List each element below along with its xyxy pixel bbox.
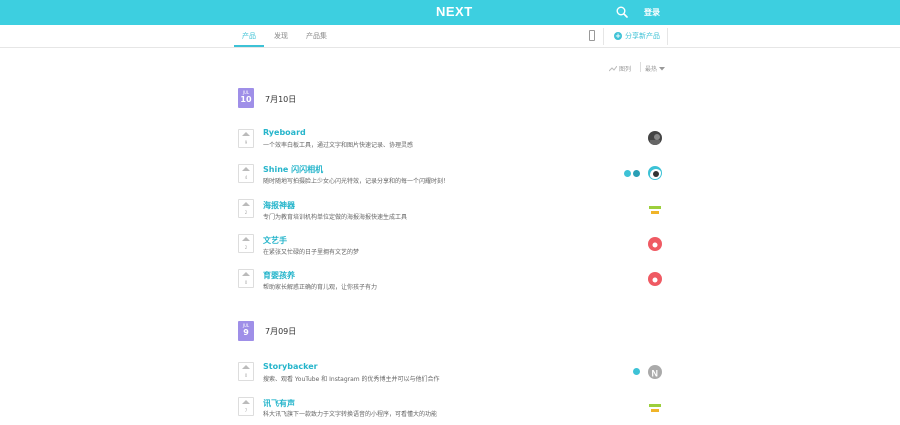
- chart-icon: [609, 65, 617, 71]
- upvote-button[interactable]: 7: [238, 397, 254, 416]
- product-logo[interactable]: [648, 400, 662, 414]
- product-desc: 随时随地写拍摄脸上少女心闪光特效，记录分享和的每一个闪耀时刻！: [263, 178, 450, 185]
- plus-icon: +: [614, 32, 622, 40]
- product-logo[interactable]: [648, 202, 662, 216]
- product-desc: 帮助家长解惑正确的育儿观，让你孩子有力: [263, 284, 378, 291]
- date-badge: JUL 9: [238, 321, 254, 341]
- upvote-arrow-icon: [242, 400, 250, 404]
- svg-text:N: N: [652, 369, 659, 379]
- share-product-button[interactable]: + 分享新产品: [614, 31, 660, 41]
- top-bar: NEXT 登录: [0, 0, 900, 25]
- active-tab-indicator: [234, 45, 264, 47]
- date-badge: JUL 10: [238, 88, 254, 108]
- upvote-button[interactable]: 0: [238, 269, 254, 288]
- vote-count: 0: [244, 373, 248, 378]
- product-desc: 在紧张又忙碌的日子里拥有文艺的梦: [263, 249, 360, 256]
- upvote-button[interactable]: 0: [238, 362, 254, 381]
- product-desc: 一个效率白板工具，通过文字和图片快速记录、协理灵感: [263, 142, 414, 149]
- mobile-icon[interactable]: [589, 30, 595, 41]
- date-month: JUL: [242, 90, 250, 95]
- upvote-arrow-icon: [242, 237, 250, 241]
- sub-nav: 产品 发现 产品集 + 分享新产品: [0, 25, 900, 48]
- product-desc: 科大讯飞旗下一款致力于文字转换语音的小程序，可看懂大的功能: [263, 411, 438, 418]
- product-desc: 搜索、观看 YouTube 和 Instagram 的优秀博主并可以与他们合作: [263, 376, 440, 383]
- maker-avatar[interactable]: [633, 368, 640, 375]
- upvote-arrow-icon: [242, 167, 250, 171]
- avatar[interactable]: [648, 166, 662, 180]
- divider: [640, 62, 641, 72]
- vote-count: 9: [244, 140, 248, 145]
- avatar[interactable]: N: [648, 365, 662, 379]
- product-name[interactable]: 海报神器: [263, 200, 295, 211]
- upvote-button[interactable]: 4: [238, 164, 254, 183]
- sort-dropdown[interactable]: 最热: [645, 64, 666, 73]
- upvote-button[interactable]: 2: [238, 234, 254, 253]
- avatar[interactable]: [648, 272, 662, 286]
- view-label: 图列: [619, 66, 632, 73]
- product-name[interactable]: 文艺手: [263, 235, 287, 246]
- upvote-arrow-icon: [242, 132, 250, 136]
- login-link[interactable]: 登录: [644, 7, 660, 18]
- date-day: 9: [243, 328, 249, 337]
- avatar[interactable]: [648, 237, 662, 251]
- sort-label: 最热: [645, 66, 658, 73]
- tab-discover[interactable]: 发现: [274, 31, 288, 41]
- logo[interactable]: NEXT: [436, 4, 473, 19]
- vote-count: 0: [244, 280, 248, 285]
- chevron-down-icon: [659, 66, 666, 70]
- product-desc: 专门为教育培训机构单位定做的海报海报快速生成工具: [263, 214, 408, 221]
- upvote-arrow-icon: [242, 202, 250, 206]
- vote-count: 2: [244, 210, 248, 215]
- upvote-arrow-icon: [242, 365, 250, 369]
- product-name[interactable]: Ryeboard: [263, 128, 306, 137]
- product-name[interactable]: 讯飞有声: [263, 398, 295, 409]
- divider: [603, 28, 604, 45]
- vote-count: 4: [244, 175, 248, 180]
- maker-avatar[interactable]: [633, 170, 640, 177]
- product-name[interactable]: Shine 闪闪相机: [263, 164, 323, 175]
- divider: [667, 28, 668, 45]
- view-toggle[interactable]: 图列: [609, 64, 631, 73]
- product-name[interactable]: 育婴孩养: [263, 270, 295, 281]
- avatar[interactable]: [648, 131, 662, 145]
- upvote-button[interactable]: 2: [238, 199, 254, 218]
- date-title: 7月10日: [265, 95, 297, 104]
- upvote-button[interactable]: 9: [238, 129, 254, 148]
- date-month: JUL: [242, 323, 250, 328]
- search-icon[interactable]: [616, 6, 628, 18]
- product-name[interactable]: Storybacker: [263, 362, 318, 371]
- date-day: 10: [240, 95, 252, 104]
- tab-collections[interactable]: 产品集: [306, 31, 327, 41]
- upvote-arrow-icon: [242, 272, 250, 276]
- share-label: 分享新产品: [625, 32, 660, 40]
- maker-avatar[interactable]: [624, 170, 631, 177]
- vote-count: 2: [244, 245, 248, 250]
- vote-count: 7: [244, 408, 248, 413]
- tab-products[interactable]: 产品: [242, 31, 256, 41]
- date-title: 7月09日: [265, 327, 297, 336]
